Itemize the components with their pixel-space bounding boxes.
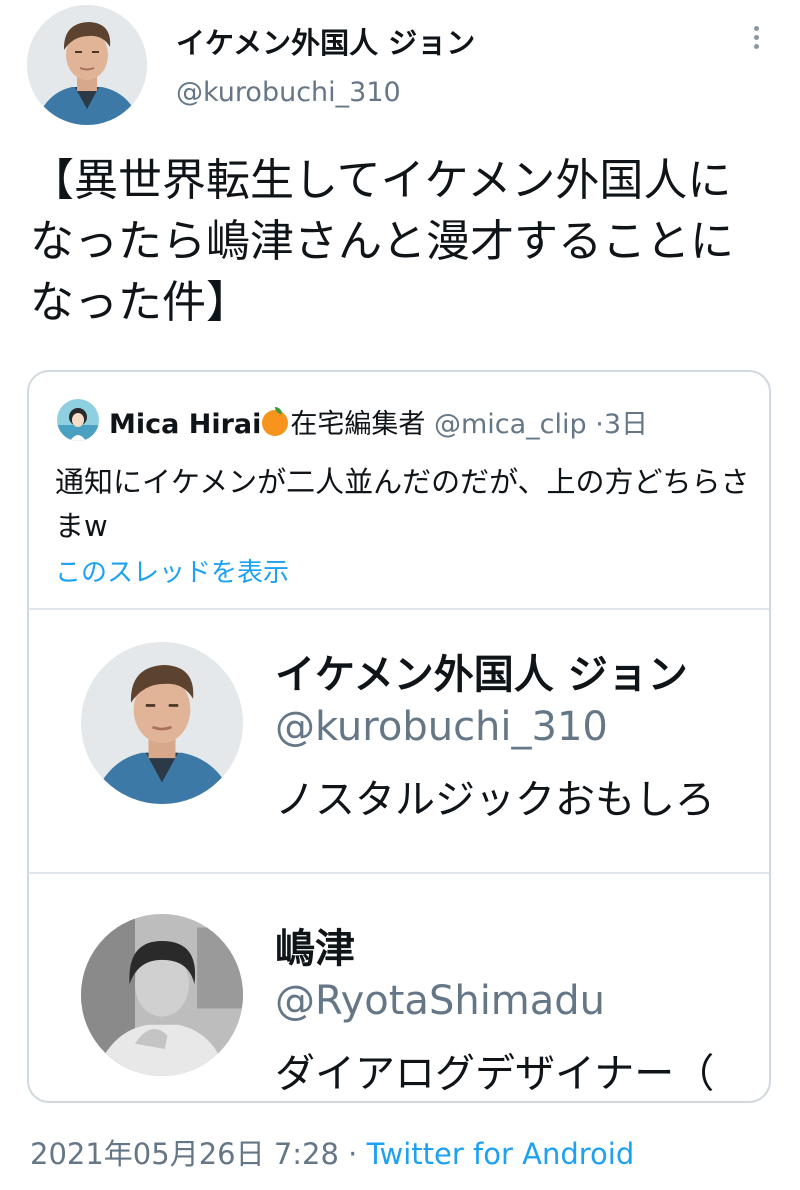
- quote-author-name[interactable]: Mica Hirai: [109, 409, 261, 440]
- card-avatar[interactable]: [81, 642, 243, 804]
- quote-separator: ·: [595, 409, 604, 440]
- quote-timestamp[interactable]: 3日: [604, 409, 648, 440]
- quote-header: Mica Hirai 在宅編集者 @mica_clip ·3日: [109, 402, 648, 441]
- author-avatar-photo: [27, 5, 147, 125]
- tweet-footer: 2021年05月26日 7:28 · Twitter for Android: [30, 1131, 634, 1173]
- quote-author-handle[interactable]: @mica_clip: [434, 409, 587, 440]
- notification-user-card[interactable]: 嶋津 @RyotaShimadu ダイアログデザイナー（: [29, 872, 769, 1101]
- quote-author-avatar[interactable]: [57, 399, 99, 441]
- quote-avatar-illustration: [57, 399, 99, 441]
- notification-user-card[interactable]: イケメン外国人 ジョン @kurobuchi_310 ノスタルジックおもしろ: [29, 608, 769, 874]
- tweet-client-link[interactable]: Twitter for Android: [367, 1137, 635, 1171]
- card-handle: @kurobuchi_310: [275, 704, 608, 750]
- tweet-text: 【異世界転生してイケメン外国人になったら嶋津さんと漫才することになった件】: [30, 155, 734, 328]
- card-display-name: 嶋津: [275, 926, 355, 972]
- author-display-name[interactable]: イケメン外国人 ジョン: [176, 20, 475, 62]
- card-avatar-photo: [81, 914, 243, 1076]
- card-avatar-photo: [81, 642, 243, 804]
- orange-emoji-icon: [262, 407, 289, 436]
- quote-text: 通知にイケメンが二人並んだのだが、上の方どちらさまw: [55, 465, 750, 543]
- tweet-timestamp[interactable]: 2021年05月26日 7:28: [30, 1137, 339, 1171]
- footer-separator: ·: [348, 1137, 358, 1171]
- quoted-tweet[interactable]: Mica Hirai 在宅編集者 @mica_clip ·3日 通知にイケメンが二…: [27, 370, 771, 1103]
- author-avatar[interactable]: [27, 5, 147, 125]
- card-bio: ノスタルジックおもしろ: [275, 777, 715, 823]
- card-avatar[interactable]: [81, 914, 243, 1076]
- card-display-name: イケメン外国人 ジョン: [275, 652, 688, 698]
- card-bio: ダイアログデザイナー（: [275, 1051, 715, 1097]
- quote-author-bio-short[interactable]: 在宅編集者: [290, 409, 425, 440]
- show-thread-link[interactable]: このスレッドを表示: [55, 552, 289, 589]
- card-handle: @RyotaShimadu: [275, 978, 606, 1024]
- more-options-icon[interactable]: [742, 22, 770, 62]
- author-handle[interactable]: @kurobuchi_310: [176, 77, 401, 108]
